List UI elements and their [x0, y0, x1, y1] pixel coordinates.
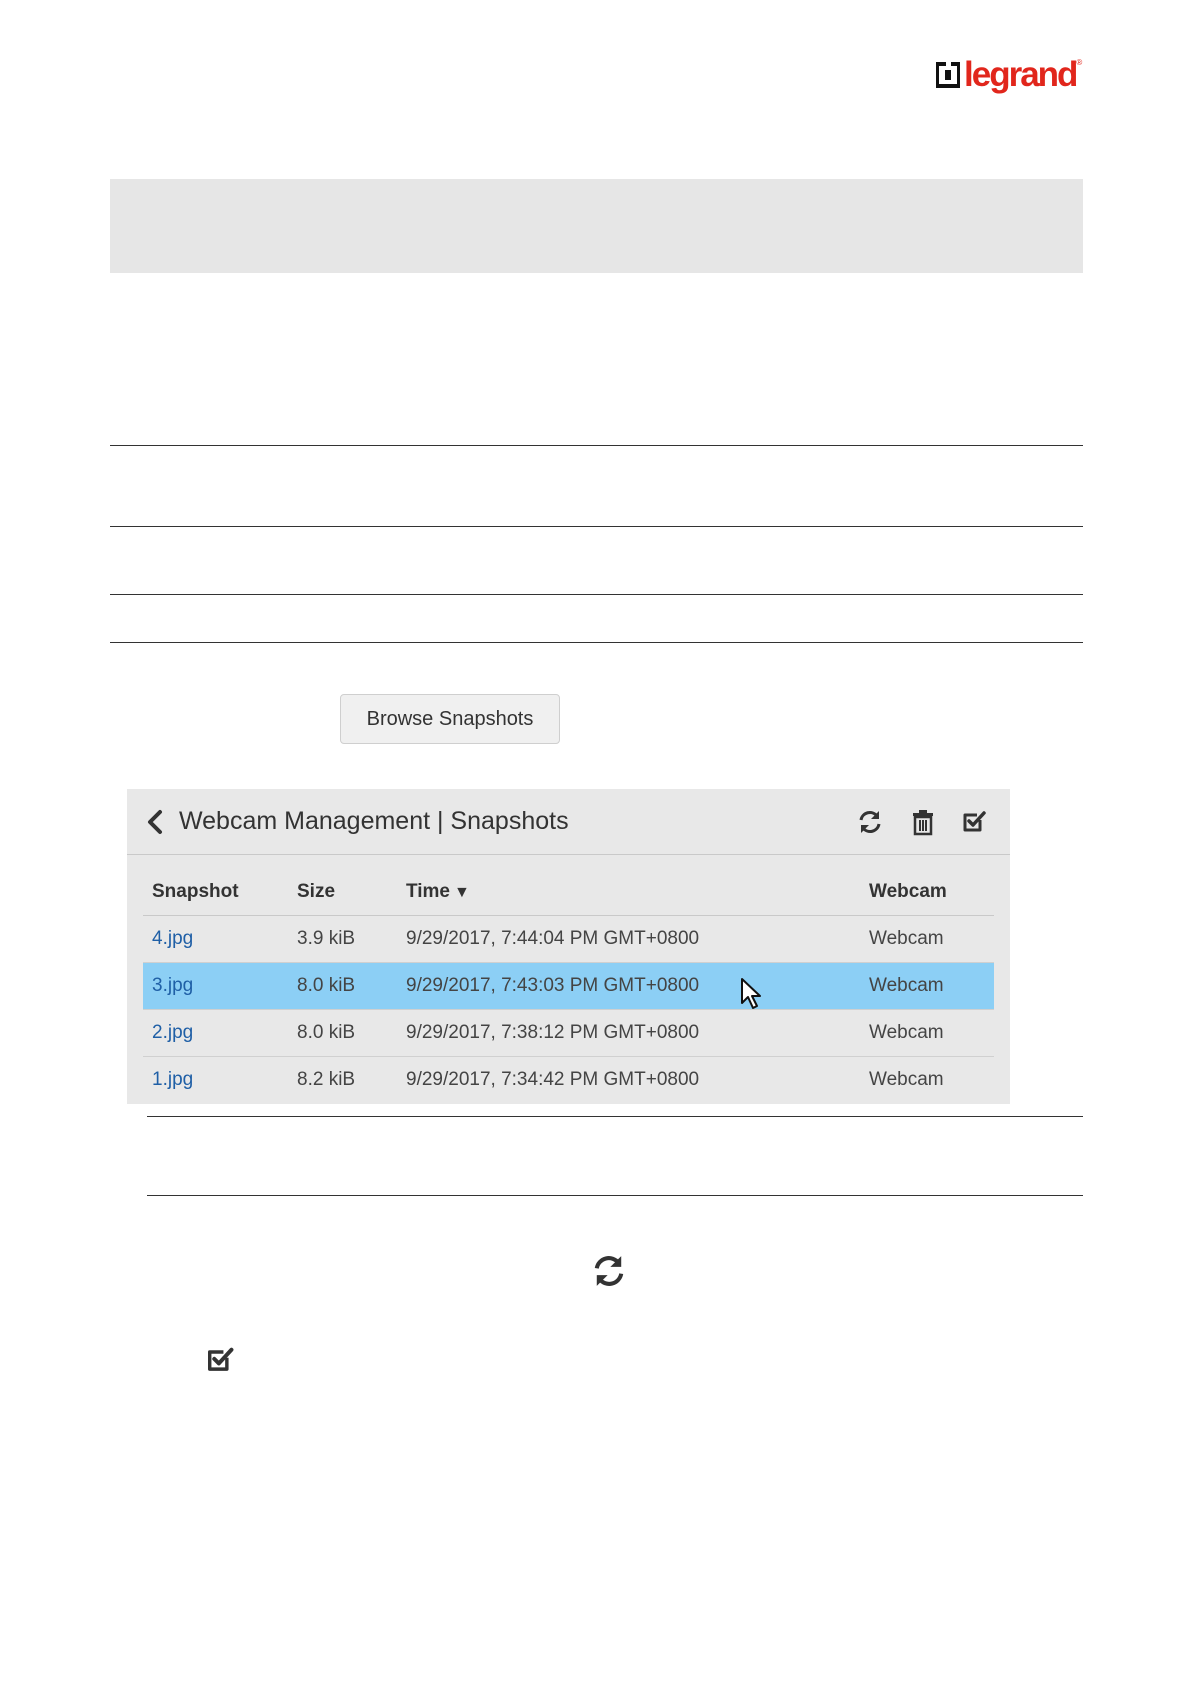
webcam-cell: Webcam — [860, 962, 994, 1010]
sort-descending-icon: ▼ — [454, 884, 470, 901]
table-header-row: Snapshot Size Time ▼ Webcam — [143, 869, 994, 916]
table-row[interactable]: 4.jpg 3.9 kiB 9/29/2017, 7:44:04 PM GMT+… — [143, 915, 994, 963]
divider — [147, 1116, 1083, 1117]
snapshot-cell[interactable]: 1.jpg — [143, 1057, 288, 1104]
webcam-snapshots-panel: Webcam Management | Snapshots Snapshot S… — [127, 789, 1010, 1104]
column-header-webcam[interactable]: Webcam — [860, 869, 994, 916]
time-cell: 9/29/2017, 7:34:42 PM GMT+0800 — [406, 1069, 700, 1090]
panel-header: Webcam Management | Snapshots — [127, 789, 1010, 855]
snapshot-cell[interactable]: 4.jpg — [143, 915, 288, 963]
divider — [147, 1195, 1083, 1196]
section-heading-band — [110, 179, 1083, 273]
snapshot-link[interactable]: 4.jpg — [152, 928, 193, 949]
webcam-cell: Webcam — [860, 915, 994, 963]
size-cell: 8.2 kiB — [297, 1069, 356, 1090]
check-square-icon — [208, 1347, 234, 1371]
snapshot-cell[interactable]: 2.jpg — [143, 1009, 288, 1057]
column-header-time[interactable]: Time ▼ — [397, 869, 860, 916]
snapshot-link[interactable]: 1.jpg — [152, 1069, 193, 1090]
time-cell: 9/29/2017, 7:38:12 PM GMT+0800 — [397, 1009, 860, 1057]
snapshot-cell[interactable]: 3.jpg — [143, 962, 288, 1010]
snapshot-link[interactable]: 3.jpg — [152, 975, 193, 996]
legrand-logo: legrand ® — [936, 54, 1082, 96]
column-header-size[interactable]: Size — [288, 869, 397, 916]
size-cell: 8.0 kiB — [288, 962, 397, 1010]
column-header-snapshot[interactable]: Snapshot — [143, 869, 288, 916]
time-cell: 9/29/2017, 7:44:04 PM GMT+0800 — [397, 915, 860, 963]
table-row[interactable]: 2.jpg 8.0 kiB 9/29/2017, 7:38:12 PM GMT+… — [143, 1009, 994, 1057]
logo-text: legrand — [964, 55, 1078, 94]
trash-icon[interactable] — [909, 808, 937, 836]
table-row-selected[interactable]: 3.jpg 8.0 kiB 9/29/2017, 7:43:03 PM GMT+… — [143, 962, 994, 1010]
legrand-logo-mark — [936, 61, 960, 88]
column-header-time-label: Time — [406, 881, 451, 902]
table-row[interactable]: 1.jpg 8.2 kiB 9/29/2017, 7:34:42 PM GMT+… — [143, 1057, 994, 1104]
snapshot-link[interactable]: 2.jpg — [152, 1022, 193, 1043]
size-cell: 3.9 kiB — [288, 915, 397, 963]
back-icon[interactable] — [145, 809, 165, 835]
refresh-icon — [594, 1256, 624, 1286]
divider — [110, 642, 1083, 643]
divider — [110, 526, 1083, 527]
browse-snapshots-button[interactable]: Browse Snapshots — [340, 694, 560, 744]
divider — [110, 594, 1083, 595]
mouse-cursor-icon — [741, 978, 761, 1009]
size-cell: 8.0 kiB — [288, 1009, 397, 1057]
divider — [110, 445, 1083, 446]
check-square-icon[interactable] — [960, 808, 988, 836]
logo-registered-mark: ® — [1076, 58, 1083, 67]
webcam-cell: Webcam — [860, 1009, 994, 1057]
panel-title: Webcam Management | Snapshots — [179, 807, 569, 835]
time-cell: 9/29/2017, 7:43:03 PM GMT+0800 — [397, 962, 860, 1010]
snapshots-table: Snapshot Size Time ▼ Webcam 4.jpg 3.9 kiB… — [143, 869, 994, 1103]
refresh-icon[interactable] — [856, 808, 884, 836]
webcam-cell: Webcam — [869, 1069, 944, 1090]
